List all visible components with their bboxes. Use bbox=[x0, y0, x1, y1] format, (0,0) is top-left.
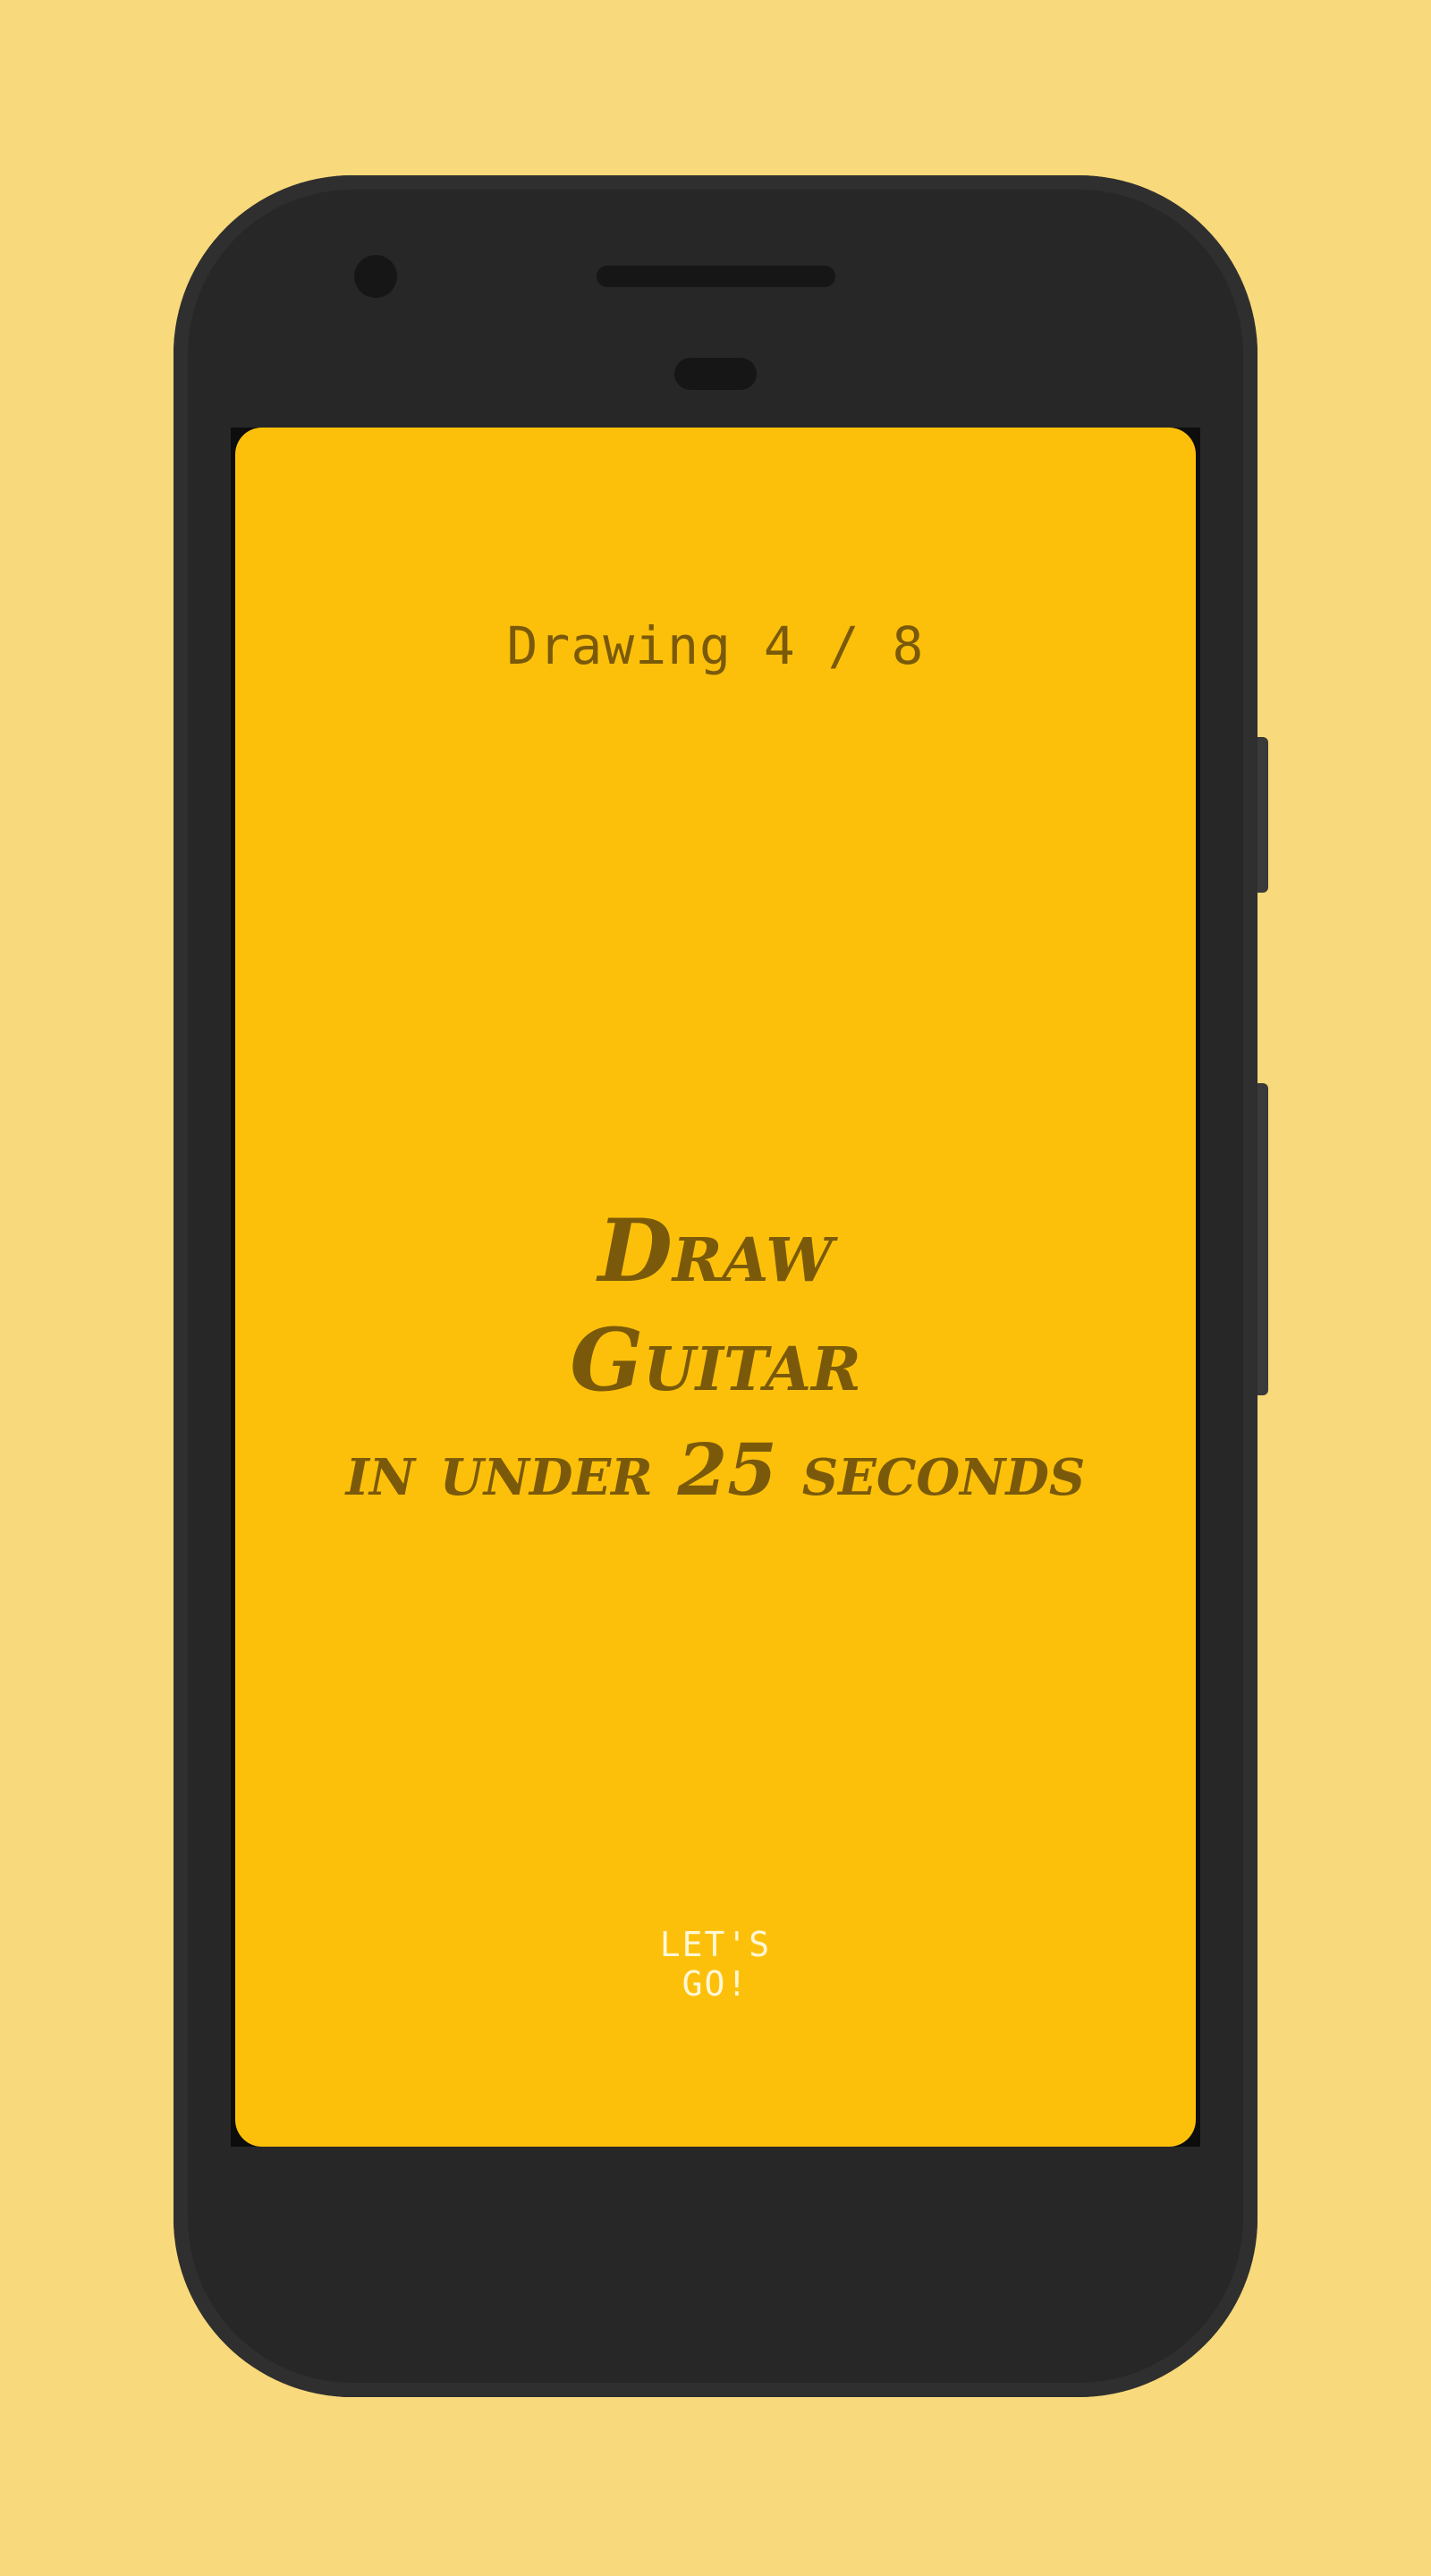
prompt-line-subject: Guitar bbox=[570, 1309, 861, 1411]
drawing-prompt: Draw Guitar in under 25 seconds bbox=[235, 1197, 1196, 1524]
front-camera-icon bbox=[354, 255, 397, 298]
screen-bezel: Drawing 4 / 8 Draw Guitar in under 25 se… bbox=[231, 428, 1200, 2147]
app-screen: Drawing 4 / 8 Draw Guitar in under 25 se… bbox=[235, 428, 1196, 2147]
volume-button bbox=[1257, 1083, 1268, 1395]
earpiece-speaker bbox=[597, 266, 835, 287]
prompt-line-time-limit: in under 25 seconds bbox=[345, 1428, 1086, 1512]
phone-frame: Drawing 4 / 8 Draw Guitar in under 25 se… bbox=[174, 175, 1268, 2397]
proximity-sensor bbox=[674, 358, 757, 390]
lets-go-button[interactable]: LET'S GO! bbox=[626, 1925, 805, 2004]
power-button bbox=[1257, 737, 1268, 893]
prompt-line-draw: Draw bbox=[597, 1200, 834, 1301]
drawing-counter: Drawing 4 / 8 bbox=[506, 615, 925, 676]
